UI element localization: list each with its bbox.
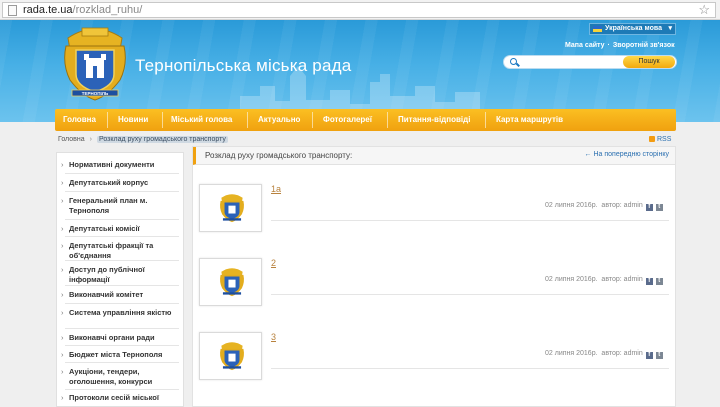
sidebar-item-city-budget[interactable]: › Бюджет міста Тернополя bbox=[61, 350, 181, 360]
sidebar-item-auctions-tenders[interactable]: › Аукціони, тендери, оголошення, конкурси bbox=[61, 367, 181, 386]
ternopil-coat-of-arms-icon[interactable]: ТЕРНОПІЛЬ bbox=[62, 24, 128, 104]
chevron-right-icon: › bbox=[61, 160, 64, 169]
list-item: 1а 02 липня 2016р. автор: admin f t bbox=[199, 184, 669, 244]
sidebar-item-deputy-commissions[interactable]: › Депутатські комісії bbox=[61, 224, 181, 234]
breadcrumb-current: Розклад руху громадського транспорту bbox=[96, 136, 228, 143]
facebook-icon[interactable]: f bbox=[645, 278, 653, 285]
main-content: Розклад руху громадського транспорту: ← … bbox=[192, 146, 676, 407]
chevron-right-icon: › bbox=[61, 290, 64, 299]
twitter-icon[interactable]: t bbox=[655, 278, 663, 285]
chevron-right-icon: › bbox=[61, 224, 64, 233]
chevron-down-icon: ▾ bbox=[668, 25, 672, 32]
ukraine-flag-icon bbox=[593, 26, 602, 32]
ternopil-coat-of-arms-icon bbox=[220, 194, 244, 223]
page-icon bbox=[8, 5, 17, 16]
chevron-right-icon: › bbox=[61, 333, 64, 342]
list-item: 3 02 липня 2016р. автор: admin f t bbox=[199, 332, 669, 392]
browser-address-bar: rada.te.ua/rozklad_ruhu/ ☆ bbox=[0, 0, 720, 20]
url-text[interactable]: rada.te.ua/rozklad_ruhu/ bbox=[23, 4, 142, 16]
item-thumbnail[interactable] bbox=[199, 184, 262, 232]
sidebar-item-deputy-factions[interactable]: › Депутатські фракції та об'єднання bbox=[61, 241, 181, 260]
url-field[interactable]: rada.te.ua/rozklad_ruhu/ ☆ bbox=[2, 2, 716, 18]
chevron-right-icon: › bbox=[61, 308, 64, 317]
sidebar-item-general-plan[interactable]: › Генеральний план м. Тернополя bbox=[61, 196, 181, 215]
main-nav: Головна Новини Міський голова Актуально … bbox=[55, 109, 676, 131]
item-title-link[interactable]: 3 bbox=[271, 332, 276, 342]
nav-item-news[interactable]: Новини bbox=[118, 109, 148, 131]
facebook-icon[interactable]: f bbox=[645, 352, 653, 359]
ternopil-coat-of-arms-icon bbox=[220, 268, 244, 297]
sidebar-item-executive-bodies[interactable]: › Виконавчі органи ради bbox=[61, 333, 181, 343]
nav-item-home[interactable]: Головна bbox=[63, 109, 96, 131]
sitemap-link[interactable]: Мапа сайту bbox=[565, 42, 605, 49]
chevron-right-icon: › bbox=[61, 350, 64, 359]
language-label: Українська мова bbox=[605, 25, 662, 32]
top-links: Мапа сайту · Зворотній зв'язок bbox=[565, 42, 675, 49]
ternopil-coat-of-arms-icon bbox=[220, 342, 244, 371]
sidebar-item-executive-committee[interactable]: › Виконавчий комітет bbox=[61, 290, 181, 300]
item-meta: 02 липня 2016р. автор: admin f t bbox=[545, 276, 663, 285]
nav-item-qa[interactable]: Питання-відповіді bbox=[398, 109, 470, 131]
language-selector[interactable]: Українська мова ▾ bbox=[589, 23, 676, 35]
back-link[interactable]: ← На попередню сторінку bbox=[585, 151, 669, 158]
breadcrumb-separator-icon: › bbox=[89, 136, 92, 143]
item-meta: 02 липня 2016р. автор: admin f t bbox=[545, 350, 663, 359]
chevron-right-icon: › bbox=[61, 241, 64, 250]
sidebar-item-deputy-corps[interactable]: › Депутатський корпус bbox=[61, 178, 181, 188]
page-title: Розклад руху громадського транспорту: bbox=[205, 151, 353, 160]
chevron-right-icon: › bbox=[61, 196, 64, 205]
nav-item-mayor[interactable]: Міський голова bbox=[171, 109, 232, 131]
chevron-right-icon: › bbox=[61, 393, 64, 402]
twitter-icon[interactable]: t bbox=[655, 204, 663, 211]
nav-item-photo-galleries[interactable]: Фотогалереї bbox=[323, 109, 372, 131]
breadcrumb: Головна › Розклад руху громадського трансп… bbox=[58, 136, 228, 145]
svg-text:ТЕРНОПІЛЬ: ТЕРНОПІЛЬ bbox=[82, 91, 109, 96]
sidebar-item-public-info-access[interactable]: › Доступ до публічної інформації bbox=[61, 265, 181, 284]
chevron-right-icon: › bbox=[61, 367, 64, 376]
sidebar-menu: › Нормативні документи › Депутатський корп… bbox=[56, 152, 184, 407]
item-thumbnail[interactable] bbox=[199, 332, 262, 380]
facebook-icon[interactable]: f bbox=[645, 204, 653, 211]
item-meta: 02 липня 2016р. автор: admin f t bbox=[545, 202, 663, 211]
heading-bar: Розклад руху громадського транспорту: ← … bbox=[193, 147, 675, 165]
site-header: ТЕРНОПІЛЬ Тернопільська міська рада Укра… bbox=[0, 20, 720, 122]
site-title[interactable]: Тернопільська міська рада bbox=[135, 56, 351, 76]
chevron-right-icon: › bbox=[61, 178, 64, 187]
feedback-link[interactable]: Зворотній зв'язок bbox=[613, 42, 675, 49]
sidebar-item-quality-management[interactable]: › Система управління якістю bbox=[61, 308, 181, 318]
search-button[interactable]: Пошук bbox=[623, 56, 675, 68]
chevron-right-icon: › bbox=[61, 265, 64, 274]
rss-label: RSS bbox=[657, 136, 672, 143]
rss-icon bbox=[649, 136, 655, 142]
item-title-link[interactable]: 2 bbox=[271, 258, 276, 268]
rss-link[interactable]: RSS bbox=[649, 136, 671, 143]
nav-item-actual[interactable]: Актуально bbox=[258, 109, 300, 131]
item-title-link[interactable]: 1а bbox=[271, 184, 281, 194]
nav-item-route-map[interactable]: Карта маршрутів bbox=[496, 109, 563, 131]
search-icon bbox=[510, 58, 517, 65]
item-thumbnail[interactable] bbox=[199, 258, 262, 306]
sidebar-item-normative-documents[interactable]: › Нормативні документи bbox=[61, 160, 181, 170]
twitter-icon[interactable]: t bbox=[655, 352, 663, 359]
sidebar-item-session-protocols[interactable]: › Протоколи сесій міської bbox=[61, 393, 181, 403]
list-item: 2 02 липня 2016р. автор: admin f t bbox=[199, 258, 669, 318]
bookmark-star-icon[interactable]: ☆ bbox=[698, 2, 710, 18]
breadcrumb-home[interactable]: Головна bbox=[58, 136, 85, 143]
